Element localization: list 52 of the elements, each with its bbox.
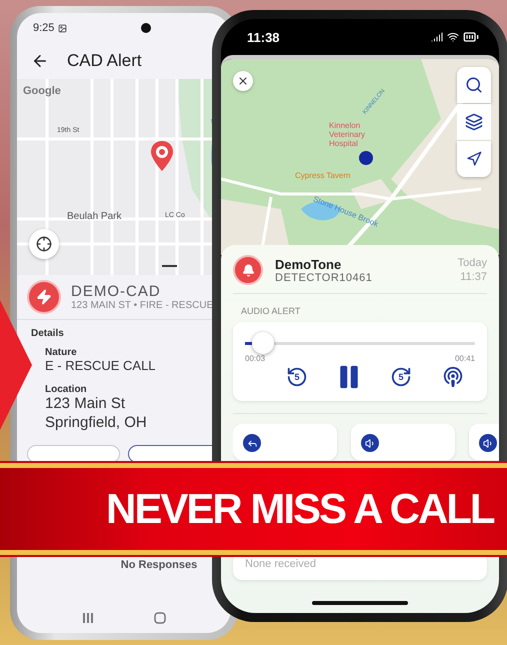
- slider-thumb[interactable]: [252, 332, 274, 354]
- incident-title: DEMO-CAD: [71, 283, 162, 300]
- map-pin-icon: [151, 141, 173, 171]
- signal-icon: [431, 31, 443, 43]
- search-button[interactable]: [457, 67, 491, 103]
- close-icon: [237, 75, 249, 87]
- empty-responses-text: None received: [245, 558, 316, 570]
- bell-icon: [233, 255, 263, 285]
- rewind-button[interactable]: 5: [283, 363, 311, 391]
- lightning-icon: [27, 280, 61, 314]
- field-label: Nature: [45, 347, 78, 358]
- forward-button[interactable]: 5: [387, 363, 415, 391]
- field-label: Location: [45, 384, 88, 396]
- section-heading: Details: [31, 328, 65, 339]
- map-label: Stone House Brook: [312, 194, 380, 229]
- alert-time: 11:37: [459, 270, 487, 284]
- crosshair-icon: [36, 236, 52, 252]
- total-time: 00:41: [454, 354, 475, 363]
- gallery-icon: [58, 24, 68, 32]
- map-label: Cypress Tavern: [295, 171, 350, 180]
- empty-responses-text: No Responses: [120, 559, 198, 571]
- audio-slider[interactable]: [245, 332, 475, 354]
- field-value: 123 Main St Springfield, OH: [45, 395, 148, 433]
- app-bar-title: CAD Alert: [67, 51, 142, 71]
- recents-icon[interactable]: [82, 612, 94, 624]
- back-button[interactable]: [31, 52, 49, 70]
- reply-icon: [243, 434, 261, 452]
- action-card[interactable]: [351, 424, 455, 460]
- action-card[interactable]: [233, 424, 337, 460]
- banner-text: NEVER MISS A CALL: [106, 485, 494, 533]
- map-logo: Google: [23, 85, 61, 97]
- field-value: E - RESCUE CALL: [45, 358, 157, 374]
- alert-title: DemoTone: [275, 256, 342, 272]
- elapsed-time: 00:03: [245, 354, 266, 363]
- status-time: 11:38: [247, 30, 280, 44]
- section-heading: AUDIO ALERT: [241, 306, 302, 316]
- speaker-icon: [361, 434, 379, 452]
- incident-subtitle: 123 MAIN ST • FIRE - RESCUE: [71, 300, 214, 311]
- status-time: 9:25: [33, 22, 54, 34]
- search-icon: [465, 76, 483, 94]
- map-label: Kinnelon Veterinary Hospital: [329, 121, 366, 148]
- navigation-arrow-icon: [466, 151, 482, 167]
- speaker-icon: [479, 434, 497, 452]
- map-label: Beulah Park: [67, 211, 122, 222]
- layers-icon: [465, 113, 483, 131]
- location-dot-icon: [359, 151, 373, 165]
- layers-button[interactable]: [457, 104, 491, 140]
- camera-dot: [141, 23, 151, 33]
- alert-subtitle: DETECTOR10461: [275, 272, 372, 284]
- navigate-button[interactable]: [457, 141, 491, 177]
- alert-day: Today: [458, 256, 487, 270]
- home-icon[interactable]: [154, 612, 166, 624]
